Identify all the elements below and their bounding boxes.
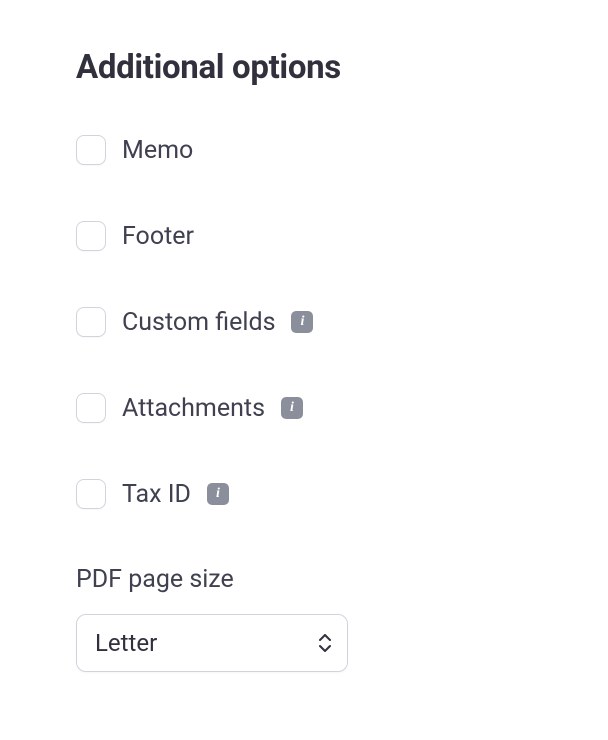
checkbox-memo[interactable] [76,135,106,165]
section-title: Additional options [76,48,608,87]
checkbox-attachments[interactable] [76,393,106,423]
checkbox-tax-id[interactable] [76,479,106,509]
option-row-memo: Memo [76,135,608,165]
info-icon[interactable]: i [281,397,303,419]
info-icon[interactable]: i [291,311,313,333]
pdf-page-size-label: PDF page size [76,565,608,594]
option-row-tax-id: Tax ID i [76,479,608,509]
checkbox-label-custom-fields: Custom fields [122,308,275,337]
info-icon[interactable]: i [207,483,229,505]
checkbox-custom-fields[interactable] [76,307,106,337]
pdf-page-size-select-wrapper: Letter [76,614,348,672]
option-row-custom-fields: Custom fields i [76,307,608,337]
pdf-page-size-select[interactable]: Letter [76,614,348,672]
checkbox-footer[interactable] [76,221,106,251]
option-row-attachments: Attachments i [76,393,608,423]
checkbox-label-attachments: Attachments [122,394,265,423]
checkbox-label-footer: Footer [122,222,194,251]
checkbox-label-tax-id: Tax ID [122,480,191,509]
option-row-footer: Footer [76,221,608,251]
checkbox-label-memo: Memo [122,136,193,165]
